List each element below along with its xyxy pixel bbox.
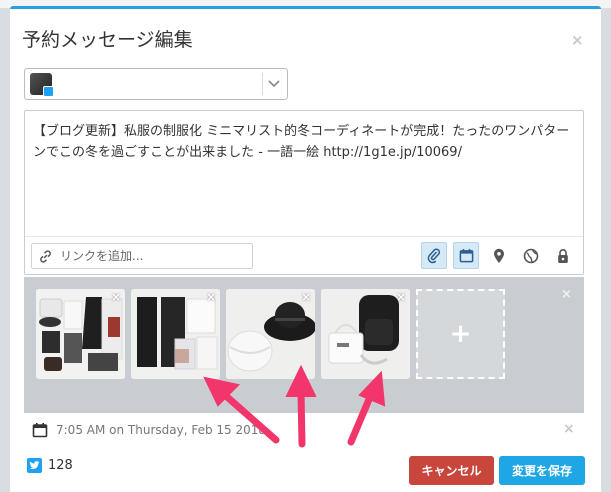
character-count: 128	[27, 458, 73, 473]
globe-icon[interactable]	[518, 242, 544, 269]
remove-media-button[interactable]: ×	[206, 290, 216, 304]
schedule-text: 7:05 AM on Thursday, Feb 15 2018	[56, 423, 267, 437]
media-thumbnail[interactable]: ×	[36, 289, 125, 379]
media-thumbnail[interactable]: ×	[226, 289, 315, 379]
character-count-value: 128	[48, 458, 73, 473]
chevron-down-icon[interactable]	[262, 73, 284, 95]
message-composer[interactable]: 【ブログ更新】私服の制服化 ミニマリスト的冬コーディネートが完成！たったのワンパ…	[24, 110, 584, 275]
lock-icon[interactable]	[550, 242, 576, 269]
plus-icon: +	[449, 319, 472, 349]
edit-scheduled-message-dialog: 予約メッセージ編集 × 【ブログ更新】私服の制服化 ミニマリスト的冬コーディネー…	[10, 6, 601, 492]
composer-toolbar	[25, 236, 583, 274]
save-changes-button[interactable]: 変更を保存	[499, 456, 585, 485]
add-link-field[interactable]	[31, 243, 253, 269]
media-attachments: × × × × × +	[24, 277, 584, 413]
location-pin-icon[interactable]	[486, 242, 512, 269]
account-avatar	[30, 73, 54, 97]
twitter-icon	[27, 458, 42, 473]
remove-media-button[interactable]: ×	[301, 290, 311, 304]
media-thumbnail[interactable]: ×	[321, 289, 410, 379]
calendar-icon	[32, 423, 48, 438]
remove-media-button[interactable]: ×	[111, 290, 121, 304]
clear-schedule-button[interactable]: ×	[563, 421, 575, 437]
attachment-icon[interactable]	[421, 242, 447, 269]
remove-media-button[interactable]: ×	[396, 290, 406, 304]
account-select[interactable]	[24, 68, 288, 100]
add-link-input[interactable]	[60, 247, 245, 265]
schedule-info[interactable]: 7:05 AM on Thursday, Feb 15 2018	[32, 422, 266, 438]
twitter-badge-icon	[43, 86, 54, 97]
calendar-icon[interactable]	[453, 242, 479, 269]
dialog-close-button[interactable]: ×	[571, 31, 584, 49]
link-icon	[38, 249, 53, 268]
add-media-button[interactable]: +	[416, 289, 505, 379]
cancel-button[interactable]: キャンセル	[409, 456, 494, 485]
message-text[interactable]: 【ブログ更新】私服の制服化 ミニマリスト的冬コーディネートが完成！たったのワンパ…	[33, 121, 578, 163]
media-remove-all-button[interactable]: ×	[561, 287, 572, 302]
media-thumbnail[interactable]: ×	[131, 289, 220, 379]
dialog-title: 予約メッセージ編集	[22, 29, 193, 51]
